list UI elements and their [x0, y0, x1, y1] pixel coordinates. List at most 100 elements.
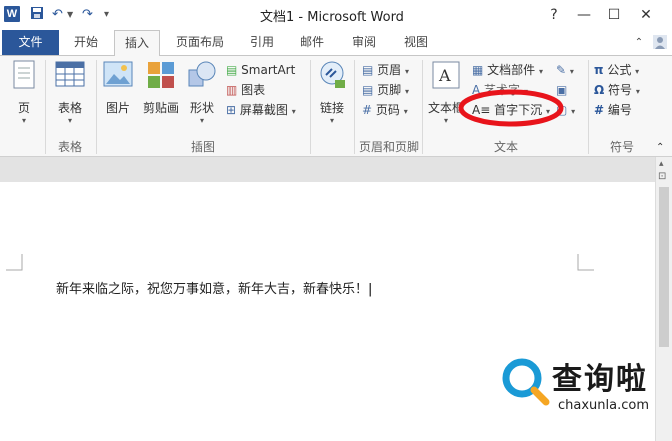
watermark-domain: chaxunla.com — [558, 398, 649, 413]
page-number-button[interactable]: # 页码 ▾ — [362, 100, 408, 120]
links-label: 链接 — [319, 101, 344, 115]
smartart-button[interactable]: ▤ SmartArt — [226, 60, 295, 80]
table-button[interactable]: 表格 ▾ — [50, 60, 90, 125]
table-dropdown-icon: ▾ — [67, 116, 72, 125]
clipart-icon — [148, 62, 174, 88]
pages-button[interactable]: 页 ▾ — [6, 60, 42, 125]
number-button[interactable]: # 编号 — [594, 100, 632, 120]
page-number-label: 页码 — [375, 103, 400, 117]
equation-dropdown-icon: ▾ — [635, 67, 640, 76]
title-bar: W ↶ ▼ ↷ ▾ 文档1 - Microsoft Word ? — ☐ ✕ — [0, 0, 672, 30]
watermark: 查询啦 chaxunla.com — [500, 352, 670, 422]
group-separator — [96, 60, 97, 154]
signature-line-dropdown-icon: ▾ — [569, 67, 574, 76]
header-button[interactable]: ▤ 页眉 ▾ — [362, 60, 409, 80]
undo-dropdown-icon[interactable]: ▼ — [67, 6, 73, 24]
help-icon[interactable]: ? — [540, 4, 568, 26]
quickparts-button[interactable]: ▦ 文档部件 ▾ — [472, 60, 543, 80]
picture-button[interactable]: 图片 — [100, 60, 136, 116]
header-dropdown-icon: ▾ — [405, 67, 410, 76]
tab-mailings[interactable]: 邮件 — [294, 30, 330, 55]
equation-label: 公式 — [607, 63, 632, 77]
tab-insert[interactable]: 插入 — [114, 30, 160, 57]
table-icon — [55, 61, 85, 87]
window-title: 文档1 - Microsoft Word — [260, 10, 404, 25]
word-app-icon[interactable]: W — [4, 6, 20, 22]
chart-icon: ▥ — [226, 83, 238, 97]
omega-icon: Ω — [594, 83, 605, 97]
group-separator — [310, 60, 311, 154]
symbol-label: 符号 — [608, 83, 633, 97]
symbol-button[interactable]: Ω 符号 ▾ — [594, 80, 640, 100]
scroll-up-icon[interactable]: ▴ — [659, 159, 664, 169]
ribbon-panel: 页 ▾ 表格 ▾ 表格 图片 剪贴画 形状 ▾ ▤ SmartArt ▥ 图表 … — [0, 56, 672, 157]
footer-icon: ▤ — [362, 83, 374, 97]
maximize-button[interactable]: ☐ — [600, 4, 628, 26]
header-icon: ▤ — [362, 63, 374, 77]
chart-button[interactable]: ▥ 图表 — [226, 80, 265, 100]
tab-file[interactable]: 文件 — [2, 30, 59, 55]
group-separator — [422, 60, 423, 154]
smartart-icon: ▤ — [226, 63, 238, 77]
footer-button[interactable]: ▤ 页脚 ▾ — [362, 80, 409, 100]
tab-page-layout[interactable]: 页面布局 — [170, 30, 230, 55]
customize-qat-icon[interactable]: ▾ — [104, 6, 109, 24]
tab-home[interactable]: 开始 — [66, 30, 106, 55]
group-separator — [588, 60, 589, 154]
picture-label: 图片 — [105, 101, 130, 115]
redo-icon[interactable]: ↷ — [82, 6, 93, 24]
close-button[interactable]: ✕ — [632, 4, 660, 26]
view-ruler-icon[interactable]: ⊡ — [658, 171, 670, 183]
screenshot-button[interactable]: ⊞ 屏幕截图 ▾ — [226, 100, 296, 120]
minimize-button[interactable]: — — [570, 4, 598, 26]
number-label: 编号 — [607, 103, 632, 117]
screenshot-label: 屏幕截图 — [239, 103, 288, 117]
picture-icon — [103, 61, 133, 87]
signature-line-icon: ✎ — [556, 63, 567, 77]
pi-icon: π — [594, 63, 604, 77]
tab-review[interactable]: 审阅 — [346, 30, 382, 55]
watermark-brand: 查询啦 — [552, 362, 648, 397]
save-icon[interactable] — [30, 6, 44, 24]
margin-corner-mark — [577, 254, 594, 271]
object-dropdown-icon: ▾ — [571, 107, 576, 116]
page-icon — [13, 60, 35, 89]
chart-label: 图表 — [241, 83, 266, 97]
equation-button[interactable]: π 公式 ▾ — [594, 60, 639, 80]
screenshot-dropdown-icon: ▾ — [291, 107, 296, 116]
hash-icon: # — [594, 103, 605, 117]
table-group-label: 表格 — [57, 140, 82, 154]
links-dropdown-icon: ▾ — [329, 116, 334, 125]
symbols-group-label: 符号 — [609, 140, 634, 154]
scroll-thumb[interactable] — [659, 187, 669, 347]
links-button[interactable]: 链接 ▾ — [314, 60, 350, 125]
shapes-button[interactable]: 形状 ▾ — [184, 60, 220, 125]
collapse-ribbon-icon[interactable]: ⌃ — [632, 30, 646, 55]
pages-label: 页 — [17, 101, 30, 115]
footer-label: 页脚 — [377, 83, 402, 97]
quickparts-icon: ▦ — [472, 63, 484, 77]
symbol-dropdown-icon: ▾ — [635, 87, 640, 96]
account-icon[interactable] — [652, 30, 668, 55]
clipart-button[interactable]: 剪贴画 — [140, 60, 182, 116]
document-text[interactable]: 新年来临之际，祝您万事如意，新年大吉，新春快乐！| — [56, 278, 372, 297]
page-number-dropdown-icon: ▾ — [403, 107, 408, 116]
shapes-dropdown-icon: ▾ — [199, 116, 204, 125]
document-paragraph[interactable]: 新年来临之际，祝您万事如意，新年大吉，新春快乐！ — [56, 282, 368, 297]
tab-view[interactable]: 视图 — [398, 30, 434, 55]
header-footer-group-label: 页眉和页脚 — [358, 140, 419, 154]
quickparts-label: 文档部件 — [487, 63, 536, 77]
undo-icon[interactable]: ↶ — [52, 6, 63, 24]
footer-dropdown-icon: ▾ — [405, 87, 410, 96]
collapse-ribbon-button[interactable]: ⌃ — [656, 138, 664, 158]
screenshot-icon: ⊞ — [226, 103, 237, 117]
signature-line-button[interactable]: ✎ ▾ — [556, 60, 574, 80]
margin-corner-mark — [6, 254, 23, 271]
highlight-circle — [458, 89, 564, 127]
group-separator — [45, 60, 46, 154]
ribbon-tabs: 文件 开始 插入 页面布局 引用 邮件 审阅 视图 ⌃ — [0, 30, 672, 57]
ruler-area — [0, 157, 655, 182]
svg-text:A: A — [438, 66, 451, 85]
text-cursor: | — [368, 282, 373, 297]
tab-references[interactable]: 引用 — [244, 30, 280, 55]
